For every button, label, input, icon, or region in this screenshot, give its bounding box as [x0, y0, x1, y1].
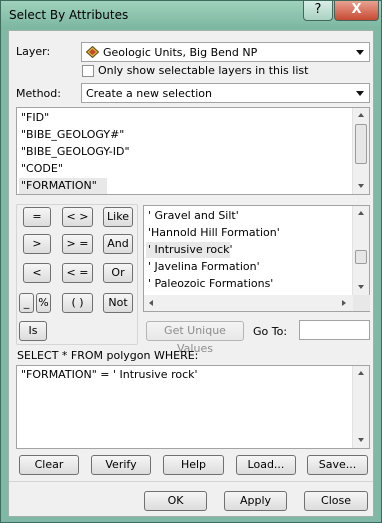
verify-button[interactable]: Verify: [91, 455, 151, 475]
method-dropdown[interactable]: Create a new selection: [81, 83, 370, 103]
is-button[interactable]: Is: [19, 321, 47, 341]
fields-scroll-thumb[interactable]: [355, 124, 367, 164]
scroll-down-icon[interactable]: [358, 438, 364, 442]
method-dropdown-arrow[interactable]: [352, 86, 367, 100]
only-selectable-label: Only show selectable layers in this list: [98, 64, 309, 77]
scroll-corner: [353, 295, 370, 311]
close-title-button[interactable]: X: [334, 1, 379, 21]
apply-button[interactable]: Apply: [224, 491, 287, 511]
expression-text: "FORMATION" = ' Intrusive rock': [21, 368, 198, 381]
values-scroll-thumb[interactable]: [355, 250, 367, 264]
only-selectable-checkbox[interactable]: [82, 65, 94, 77]
not-equal-button[interactable]: < >: [62, 207, 93, 227]
like-button[interactable]: Like: [103, 207, 133, 227]
fields-scrollbar[interactable]: [352, 108, 369, 194]
value-item[interactable]: 'Hannold Hill Formation': [148, 225, 280, 241]
get-unique-values-button[interactable]: Get Unique Values: [146, 321, 244, 355]
values-scrollbar[interactable]: [352, 206, 369, 295]
value-item-selected[interactable]: ' Intrusive rock': [146, 242, 233, 258]
help-button[interactable]: Help: [163, 455, 224, 475]
chevron-down-icon: [356, 91, 364, 96]
unique-values-list[interactable]: ' Gravel and Silt' 'Hannold Hill Formati…: [143, 205, 370, 296]
chevron-down-icon: [356, 50, 364, 55]
and-button[interactable]: And: [103, 234, 133, 254]
greater-button[interactable]: >: [23, 234, 51, 254]
scroll-left-icon[interactable]: [149, 300, 153, 306]
greater-equal-button[interactable]: > =: [62, 234, 93, 254]
percent-button[interactable]: %: [36, 293, 51, 313]
value-item[interactable]: ' Gravel and Silt': [148, 208, 239, 224]
field-item[interactable]: "BIBE_GEOLOGY#": [21, 127, 124, 143]
field-item[interactable]: "CODE": [21, 161, 63, 177]
field-item[interactable]: "FID": [21, 110, 49, 126]
close-button[interactable]: Close: [304, 491, 368, 511]
equals-button[interactable]: =: [23, 207, 51, 227]
underscore-button[interactable]: _: [19, 293, 34, 313]
less-equal-button[interactable]: < =: [62, 263, 93, 283]
field-item[interactable]: "BIBE_GEOLOGY-ID": [21, 144, 130, 160]
clear-button[interactable]: Clear: [19, 455, 79, 475]
expression-textarea[interactable]: "FORMATION" = ' Intrusive rock': [16, 365, 370, 449]
scroll-up-icon[interactable]: [358, 211, 364, 215]
scroll-up-icon[interactable]: [358, 371, 364, 375]
fields-list[interactable]: "FID" "BIBE_GEOLOGY#" "BIBE_GEOLOGY-ID" …: [16, 107, 370, 195]
value-item[interactable]: ' Javelina Formation': [148, 259, 260, 275]
scroll-down-icon[interactable]: [358, 285, 364, 289]
or-button[interactable]: Or: [103, 263, 133, 283]
method-value: Create a new selection: [86, 87, 212, 100]
goto-input[interactable]: [299, 320, 370, 340]
goto-label: Go To:: [253, 325, 288, 338]
layer-symbol-icon: [86, 46, 99, 58]
expression-scrollbar[interactable]: [352, 366, 369, 448]
divider: [9, 481, 373, 482]
less-button[interactable]: <: [23, 263, 51, 283]
parentheses-button[interactable]: ( ): [62, 293, 93, 313]
values-hscrollbar[interactable]: [143, 295, 370, 312]
layer-dropdown-arrow[interactable]: [352, 45, 367, 59]
help-title-button[interactable]: ?: [303, 1, 333, 21]
not-button[interactable]: Not: [103, 293, 133, 313]
title-bar[interactable]: Select By Attributes ? X: [1, 1, 381, 29]
layer-label: Layer:: [16, 45, 51, 58]
save-button[interactable]: Save...: [307, 455, 368, 475]
load-button[interactable]: Load...: [236, 455, 296, 475]
dialog-body: Layer: Geologic Units, Big Bend NP Only …: [8, 30, 374, 517]
method-label: Method:: [16, 87, 61, 100]
layer-value: Geologic Units, Big Bend NP: [103, 46, 258, 59]
layer-dropdown[interactable]: Geologic Units, Big Bend NP: [81, 42, 370, 62]
value-item[interactable]: ' Paleozoic Formations': [148, 276, 273, 292]
scroll-up-icon[interactable]: [358, 113, 364, 117]
sql-prefix-label: SELECT * FROM polygon WHERE:: [17, 349, 199, 362]
scroll-down-icon[interactable]: [358, 184, 364, 188]
scroll-right-icon[interactable]: [342, 300, 346, 306]
window-title: Select By Attributes: [9, 8, 129, 22]
select-by-attributes-window: Select By Attributes ? X Layer: Geologic…: [0, 0, 382, 523]
ok-button[interactable]: OK: [144, 491, 207, 511]
field-item-selected[interactable]: "FORMATION": [19, 178, 107, 194]
